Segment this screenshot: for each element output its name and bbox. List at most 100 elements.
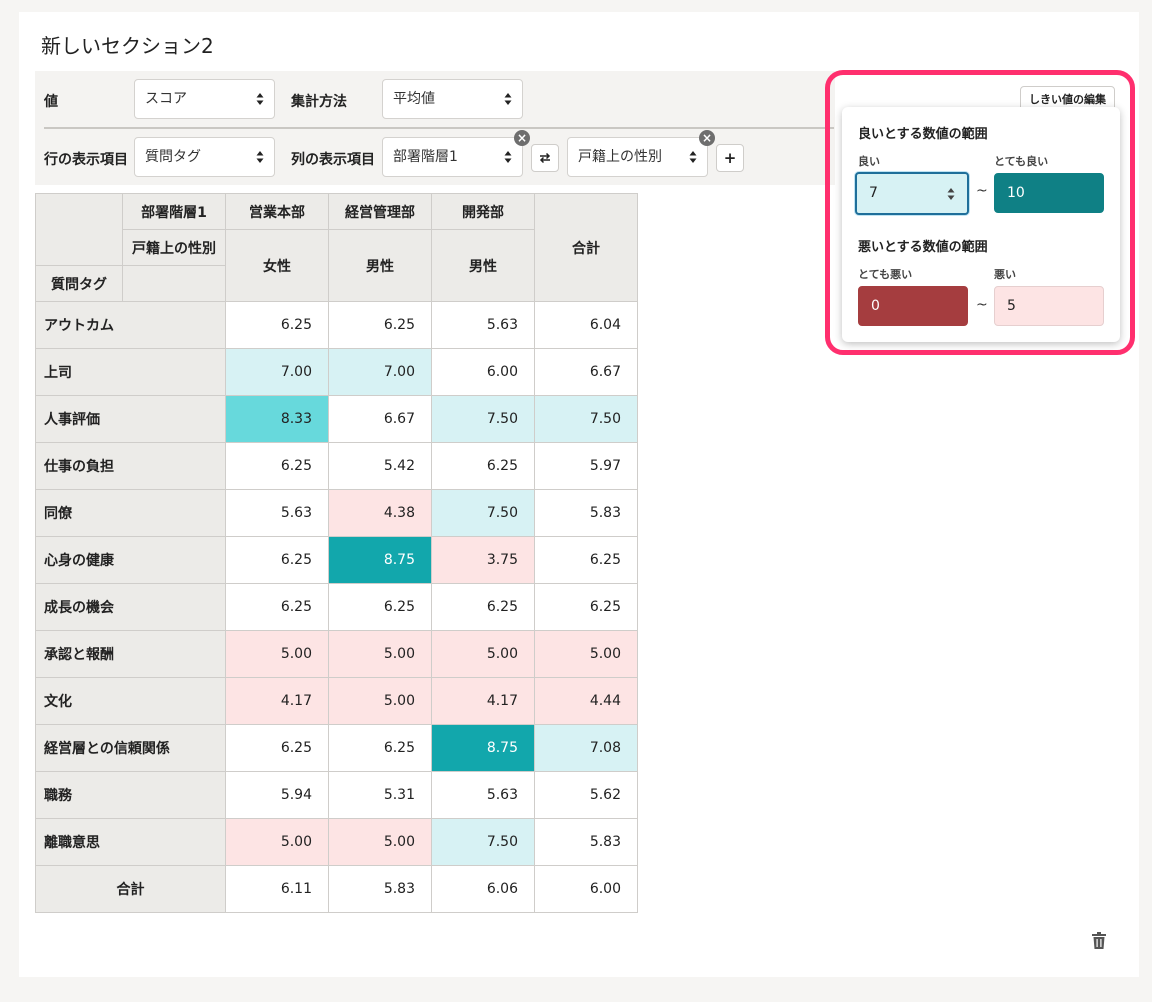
row-label: アウトカム [35,301,226,349]
value-cell: 5.42 [328,442,432,490]
table-row: 経営層との信頼関係 6.25 6.25 8.75 7.08 [35,724,638,772]
total-cell: 5.00 [534,630,638,678]
total-cell: 7.08 [534,724,638,772]
value-cell: 8.33 [225,395,329,443]
value-cell: 5.00 [225,818,329,866]
total-cell: 5.83 [534,489,638,537]
corner-cell [35,193,123,266]
updown-icon [256,151,264,163]
total-cell: 6.06 [431,865,535,913]
value-cell: 6.25 [225,301,329,349]
section-title[interactable]: 新しいセクション2 [41,30,214,59]
row-label: 心身の健康 [35,536,226,584]
row-label: 承認と報酬 [35,630,226,678]
column-label: 列の表示項目 [291,152,375,168]
column-select-1-text: 部署階層1 [393,149,458,165]
swap-columns-button[interactable] [531,144,559,172]
total-cell: 6.11 [225,865,329,913]
aggregation-select[interactable]: 平均値 [382,79,523,119]
dim2-label: 戸籍上の性別 [122,229,226,266]
total-cell: 5.83 [534,818,638,866]
col-header-dept: 開発部 [431,193,535,230]
total-cell: 6.25 [534,536,638,584]
total-cell: 6.25 [534,583,638,631]
value-cell: 6.00 [431,348,535,396]
total-cell: 6.67 [534,348,638,396]
pivot-table: 部署階層1 営業本部 経営管理部 開発部 合計 戸籍上の性別 女性 男性 男性 … [35,193,638,913]
total-cell: 4.44 [534,677,638,725]
total-cell: 5.97 [534,442,638,490]
value-select[interactable]: スコア [134,79,275,119]
table-row: 文化 4.17 5.00 4.17 4.44 [35,677,638,725]
updown-icon [256,93,264,105]
value-cell: 5.00 [225,630,329,678]
row-label: 同僚 [35,489,226,537]
value-cell: 6.25 [328,724,432,772]
value-cell: 5.94 [225,771,329,819]
table-row: 仕事の負担 6.25 5.42 6.25 5.97 [35,442,638,490]
column-select-1[interactable]: 部署階層1 [382,137,523,177]
row-select[interactable]: 質問タグ [134,137,275,177]
value-cell: 6.67 [328,395,432,443]
value-cell: 7.00 [225,348,329,396]
updown-icon [504,93,512,105]
col-header-gender: 男性 [431,229,535,302]
total-row: 合計 6.11 5.83 6.06 6.00 [35,865,638,913]
row-label: 成長の機会 [35,583,226,631]
col-header-gender: 男性 [328,229,432,302]
value-cell: 5.63 [431,771,535,819]
row-select-text: 質問タグ [145,149,201,165]
value-cell: 8.75 [328,536,432,584]
value-cell: 6.25 [225,536,329,584]
row-label: 人事評価 [35,395,226,443]
col-header-dept: 経営管理部 [328,193,432,230]
row-dim-label: 質問タグ [35,265,123,302]
table-row: 承認と報酬 5.00 5.00 5.00 5.00 [35,630,638,678]
value-cell: 6.25 [328,301,432,349]
total-row-label: 合計 [35,865,226,913]
total-col-header: 合計 [534,193,638,302]
row-label: 文化 [35,677,226,725]
remove-column-1-icon[interactable]: × [514,130,530,146]
value-cell: 5.31 [328,771,432,819]
row-label: 離職意思 [35,818,226,866]
row-label: 経営層との信頼関係 [35,724,226,772]
swap-arrows-icon [539,152,551,164]
value-cell: 6.25 [431,442,535,490]
remove-column-2-icon[interactable]: × [699,130,715,146]
row-label: 仕事の負担 [35,442,226,490]
aggregation-select-text: 平均値 [393,91,435,107]
column-select-2-text: 戸籍上の性別 [578,149,662,165]
trash-icon[interactable] [1092,932,1106,949]
value-cell: 5.63 [225,489,329,537]
value-select-text: スコア [145,91,187,107]
value-cell: 4.38 [328,489,432,537]
value-cell: 5.00 [328,630,432,678]
dim1-label: 部署階層1 [122,193,226,230]
table-row: 離職意思 5.00 5.00 7.50 5.83 [35,818,638,866]
value-cell: 7.50 [431,395,535,443]
updown-icon [689,151,697,163]
updown-icon [504,151,512,163]
add-column-button[interactable]: + [716,144,744,172]
value-cell: 7.50 [431,489,535,537]
row-label: 上司 [35,348,226,396]
column-select-2[interactable]: 戸籍上の性別 [567,137,708,177]
value-cell: 3.75 [431,536,535,584]
col-header-gender: 女性 [225,229,329,302]
total-cell: 7.50 [534,395,638,443]
toolbar-divider [44,127,834,129]
value-cell: 6.25 [431,583,535,631]
total-cell: 5.62 [534,771,638,819]
table-row: 同僚 5.63 4.38 7.50 5.83 [35,489,638,537]
table-row: アウトカム 6.25 6.25 5.63 6.04 [35,301,638,349]
table-row: 成長の機会 6.25 6.25 6.25 6.25 [35,583,638,631]
value-cell: 5.00 [431,630,535,678]
popover-highlight-outline [825,70,1135,355]
table-row: 人事評価 8.33 6.67 7.50 7.50 [35,395,638,443]
row-label: 行の表示項目 [44,152,128,168]
col-header-dept: 営業本部 [225,193,329,230]
value-cell: 5.63 [431,301,535,349]
value-cell: 6.25 [225,724,329,772]
aggregation-label: 集計方法 [291,94,347,110]
